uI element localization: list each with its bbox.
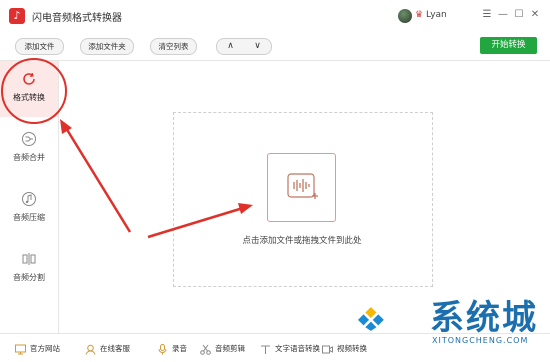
sidebar-item-label: 音频压缩 (13, 213, 45, 222)
maximize-icon[interactable]: ☐ (512, 8, 526, 22)
compress-icon (22, 192, 36, 206)
clear-list-button[interactable]: 清空列表 (150, 38, 197, 55)
minimize-icon[interactable]: — (496, 8, 510, 22)
app-title: 闪电音频格式转换器 (32, 13, 122, 24)
sidebar-item-audio-merge[interactable]: 音频合并 (0, 121, 58, 177)
add-file-button[interactable]: 添加文件 (15, 38, 64, 55)
scissors-icon (200, 344, 211, 355)
audio-add-icon (287, 173, 318, 199)
move-up-button[interactable]: ∧ (217, 39, 244, 54)
app-logo-icon: ♪ (9, 8, 25, 24)
highlight-circle-annotation (1, 58, 67, 124)
toolbar: 添加文件 添加文件夹 清空列表 ∧ ∨ 开始转换 (0, 32, 550, 61)
monitor-icon (15, 344, 26, 354)
title-bar: ♪ 闪电音频格式转换器 ♛ Lyan ☰ — ☐ ✕ (0, 0, 550, 32)
move-down-button[interactable]: ∨ (244, 39, 271, 54)
footer-item-support[interactable]: 在线客服 (85, 343, 130, 355)
sidebar-item-label: 音频分割 (13, 273, 45, 282)
order-buttons: ∧ ∨ (216, 38, 272, 55)
start-convert-button[interactable]: 开始转换 (480, 37, 537, 54)
add-audio-button[interactable] (267, 153, 336, 222)
menu-icon[interactable]: ☰ (480, 8, 494, 22)
crown-icon: ♛ (415, 10, 424, 20)
add-folder-button[interactable]: 添加文件夹 (80, 38, 134, 55)
watermark-subtext: XITONGCHENG.COM (432, 336, 529, 345)
watermark-logo-icon (358, 306, 384, 331)
merge-icon (22, 132, 36, 146)
arrow-to-sidebar (60, 119, 132, 233)
user-name[interactable]: Lyan (426, 10, 447, 20)
text-voice-icon (261, 345, 270, 354)
sidebar-item-label: 音频合并 (13, 153, 45, 162)
video-icon (322, 345, 333, 353)
close-icon[interactable]: ✕ (528, 8, 542, 22)
avatar[interactable] (398, 9, 412, 23)
watermark-text: 系统城 (430, 298, 538, 338)
footer-item-record[interactable]: 录音 (157, 343, 187, 355)
split-icon (22, 253, 36, 265)
footer-item-audio-clip[interactable]: 音频剪辑 (200, 343, 245, 355)
drop-hint: 点击添加文件或拖拽文件到此处 (242, 236, 362, 246)
sidebar-item-audio-split[interactable]: 音频分割 (0, 241, 58, 297)
footer-item-website[interactable]: 官方网站 (15, 343, 60, 355)
support-icon (85, 344, 96, 355)
footer-item-text-voice[interactable]: 文字语音转换 (260, 343, 320, 355)
sidebar-item-audio-compress[interactable]: 音频压缩 (0, 181, 58, 237)
mic-icon (158, 343, 167, 354)
